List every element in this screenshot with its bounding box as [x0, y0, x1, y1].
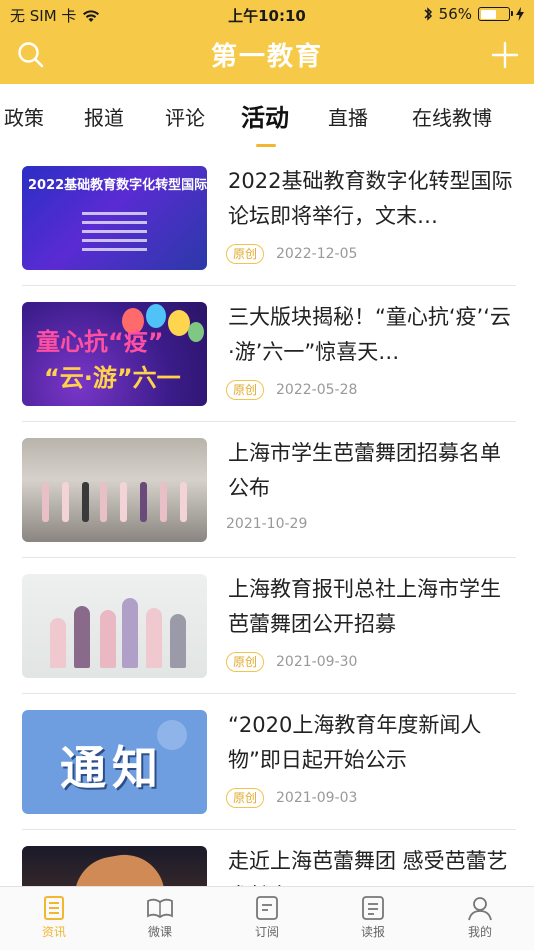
- app-title: 第一教育: [210, 42, 323, 72]
- active-tab-indicator: [256, 144, 276, 147]
- article-date: 2021-10-29: [226, 516, 308, 532]
- article-title: 三大版块揭秘！“童心抗‘疫’‘云·游’六一”惊喜天…: [228, 305, 511, 364]
- bluetooth-icon: [424, 7, 432, 21]
- book-icon: [147, 898, 173, 919]
- newspaper-icon: [362, 896, 384, 920]
- list-item[interactable]: 上海教育报刊总社上海市学生芭蕾舞团公开招募 原创 2021-09-30: [22, 558, 516, 694]
- battery-fill: [480, 9, 496, 19]
- list-item[interactable]: 2022基础教育数字化转型国际论坛 2022基础教育数字化转型国际论坛即将举行，…: [22, 150, 516, 286]
- plus-icon[interactable]: [490, 40, 520, 70]
- bottom-tab-subscribe[interactable]: 订阅: [227, 895, 307, 940]
- article-thumbnail: 2022基础教育数字化转型国际论坛: [22, 166, 207, 270]
- tab-live[interactable]: 直播: [328, 102, 368, 131]
- category-tabs: 政策 报道 评论 活动 直播 在线教博: [0, 84, 534, 150]
- original-badge: 原创: [226, 244, 265, 264]
- tab-comments[interactable]: 评论: [165, 102, 205, 131]
- bottom-tab-label: 微课: [147, 925, 172, 939]
- article-thumbnail: [22, 846, 207, 886]
- tab-activities[interactable]: 活动: [241, 98, 289, 133]
- article-title: 走近上海芭蕾舞团 感受芭蕾艺术魅力: [228, 849, 508, 886]
- charging-icon: [516, 7, 524, 21]
- thumbnail-caption: 童心抗“疫”: [36, 328, 164, 356]
- original-badge: 原创: [226, 788, 265, 808]
- list-item[interactable]: 走近上海芭蕾舞团 感受芭蕾艺术魅力: [22, 830, 516, 886]
- list-item[interactable]: 童心抗“疫” “云·游”六一 三大版块揭秘！“童心抗‘疫’‘云·游’六一”惊喜天…: [22, 286, 516, 422]
- profile-icon: [468, 897, 492, 921]
- article-date: 2021-09-30: [276, 654, 358, 670]
- tab-online-expo[interactable]: 在线教博: [412, 102, 492, 131]
- tab-reports[interactable]: 报道: [84, 102, 124, 131]
- bottom-tab-label: 我的: [467, 925, 492, 939]
- article-date: 2022-05-28: [276, 382, 358, 398]
- tab-policy[interactable]: 政策: [4, 102, 44, 131]
- bottom-tab-label: 资讯: [41, 925, 66, 939]
- article-title: 上海教育报刊总社上海市学生芭蕾舞团公开招募: [228, 577, 501, 636]
- article-date: 2022-12-05: [276, 246, 358, 262]
- original-badge: 原创: [226, 380, 265, 400]
- nav-bar: 第一教育: [0, 28, 534, 84]
- list-item[interactable]: 通知 “2020上海教育年度新闻人物”即日起开始公示 原创 2021-09-03: [22, 694, 516, 830]
- article-title: 上海市学生芭蕾舞团招募名单公布: [228, 441, 501, 500]
- article-date: 2021-09-03: [276, 790, 358, 806]
- article-thumbnail: 通知: [22, 710, 207, 814]
- bottom-tab-label: 读报: [360, 925, 385, 939]
- article-thumbnail: [22, 438, 207, 542]
- thumbnail-caption: 2022基础教育数字化转型国际论坛: [28, 178, 207, 193]
- battery-icon: [478, 7, 513, 21]
- bottom-tab-news[interactable]: 资讯: [14, 895, 94, 940]
- subscribe-icon: [256, 896, 278, 920]
- article-thumbnail: 童心抗“疫” “云·游”六一: [22, 302, 207, 406]
- thumbnail-caption: 通知: [60, 741, 164, 795]
- article-list: 2022基础教育数字化转型国际论坛 2022基础教育数字化转型国际论坛即将举行，…: [0, 150, 534, 886]
- bottom-tab-label: 订阅: [254, 925, 279, 939]
- bottom-tab-microclass[interactable]: 微课: [120, 895, 200, 940]
- article-title: “2020上海教育年度新闻人物”即日起开始公示: [228, 713, 482, 772]
- original-badge: 原创: [226, 652, 265, 672]
- list-item[interactable]: 上海市学生芭蕾舞团招募名单公布 2021-10-29: [22, 422, 516, 558]
- battery-percent: 56%: [438, 5, 472, 23]
- article-thumbnail: [22, 574, 207, 678]
- header: 无 SIM 卡 上午10:10 56% 第一教育: [0, 0, 534, 84]
- status-bar: 无 SIM 卡 上午10:10 56%: [0, 0, 534, 28]
- bottom-tab-bar: 资讯 微课 订阅 读报 我的: [0, 886, 534, 950]
- bottom-tab-readpaper[interactable]: 读报: [333, 895, 413, 940]
- news-icon: [44, 896, 64, 920]
- article-title: 2022基础教育数字化转型国际论坛即将举行，文末…: [228, 169, 513, 228]
- thumbnail-caption: “云·游”六一: [44, 364, 181, 392]
- bottom-tab-profile[interactable]: 我的: [440, 895, 520, 940]
